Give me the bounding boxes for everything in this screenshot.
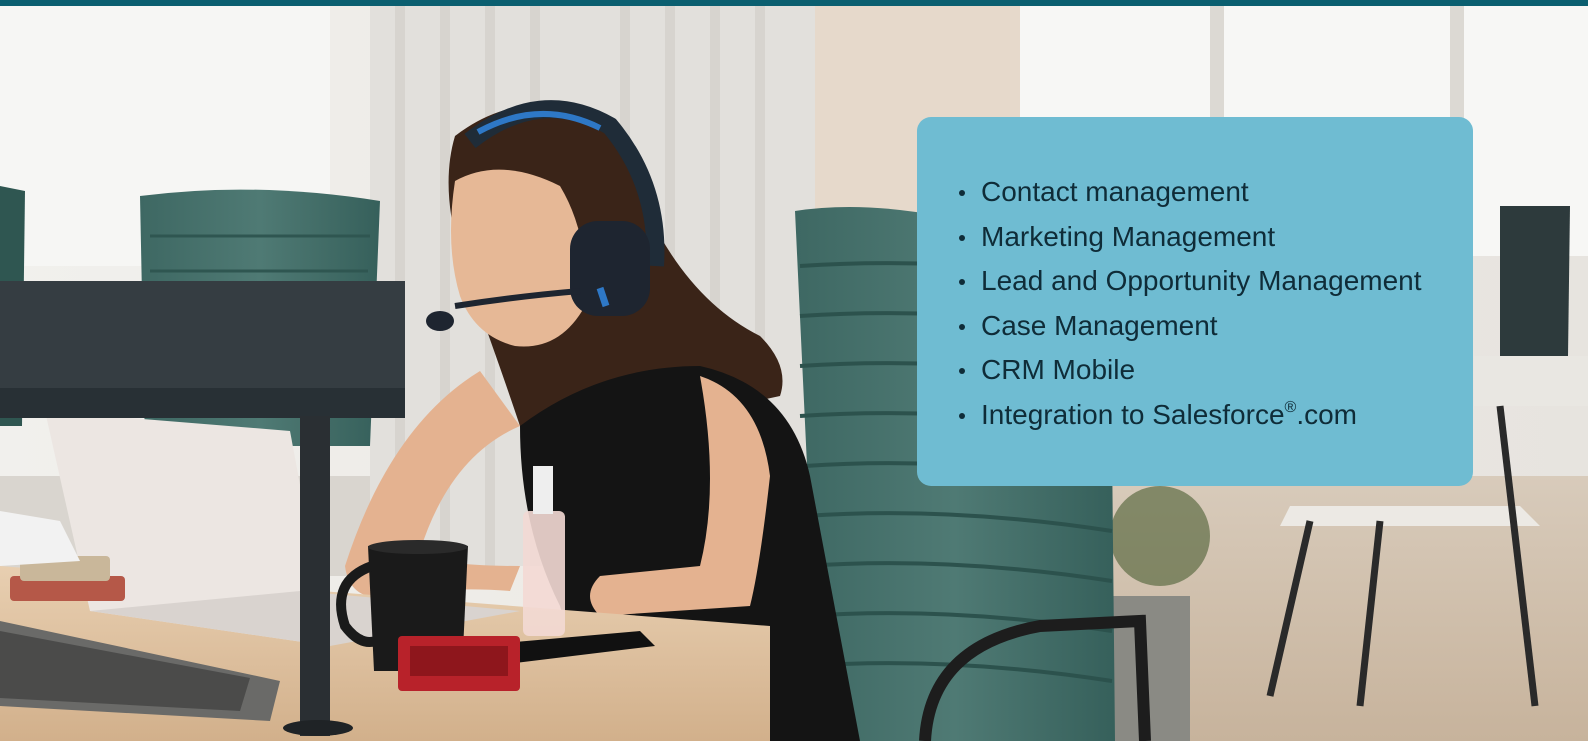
bullet-icon [959,368,965,375]
feature-item-marketing-management: Marketing Management [955,220,1453,265]
bullet-icon [959,234,965,241]
bullet-icon [959,279,965,286]
feature-label: Lead and Opportunity Management [981,265,1422,297]
feature-item-contact-management: Contact management [955,175,1453,220]
registered-mark: ® [1284,398,1297,416]
bullet-icon [959,190,965,196]
bottom-bar [0,741,1588,751]
feature-item-lead-opportunity-management: Lead and Opportunity Management [955,264,1453,309]
bullet-icon [959,412,965,419]
feature-label-suffix: .com [1296,398,1357,430]
feature-label: Contact management [981,176,1249,207]
feature-label: CRM Mobile [981,354,1136,386]
feature-list-card: Contact management Marketing Management … [917,117,1473,486]
feature-label: Case Management [981,309,1218,341]
feature-list: Contact management Marketing Management … [955,175,1453,443]
bullet-icon [959,323,965,330]
feature-item-salesforce-integration: Integration to Salesforce®.com [955,398,1453,443]
feature-item-crm-mobile: CRM Mobile [955,353,1453,398]
feature-label: Marketing Management [981,220,1276,252]
feature-item-case-management: Case Management [955,309,1453,354]
feature-label-prefix: Integration to Salesforce [981,398,1285,430]
